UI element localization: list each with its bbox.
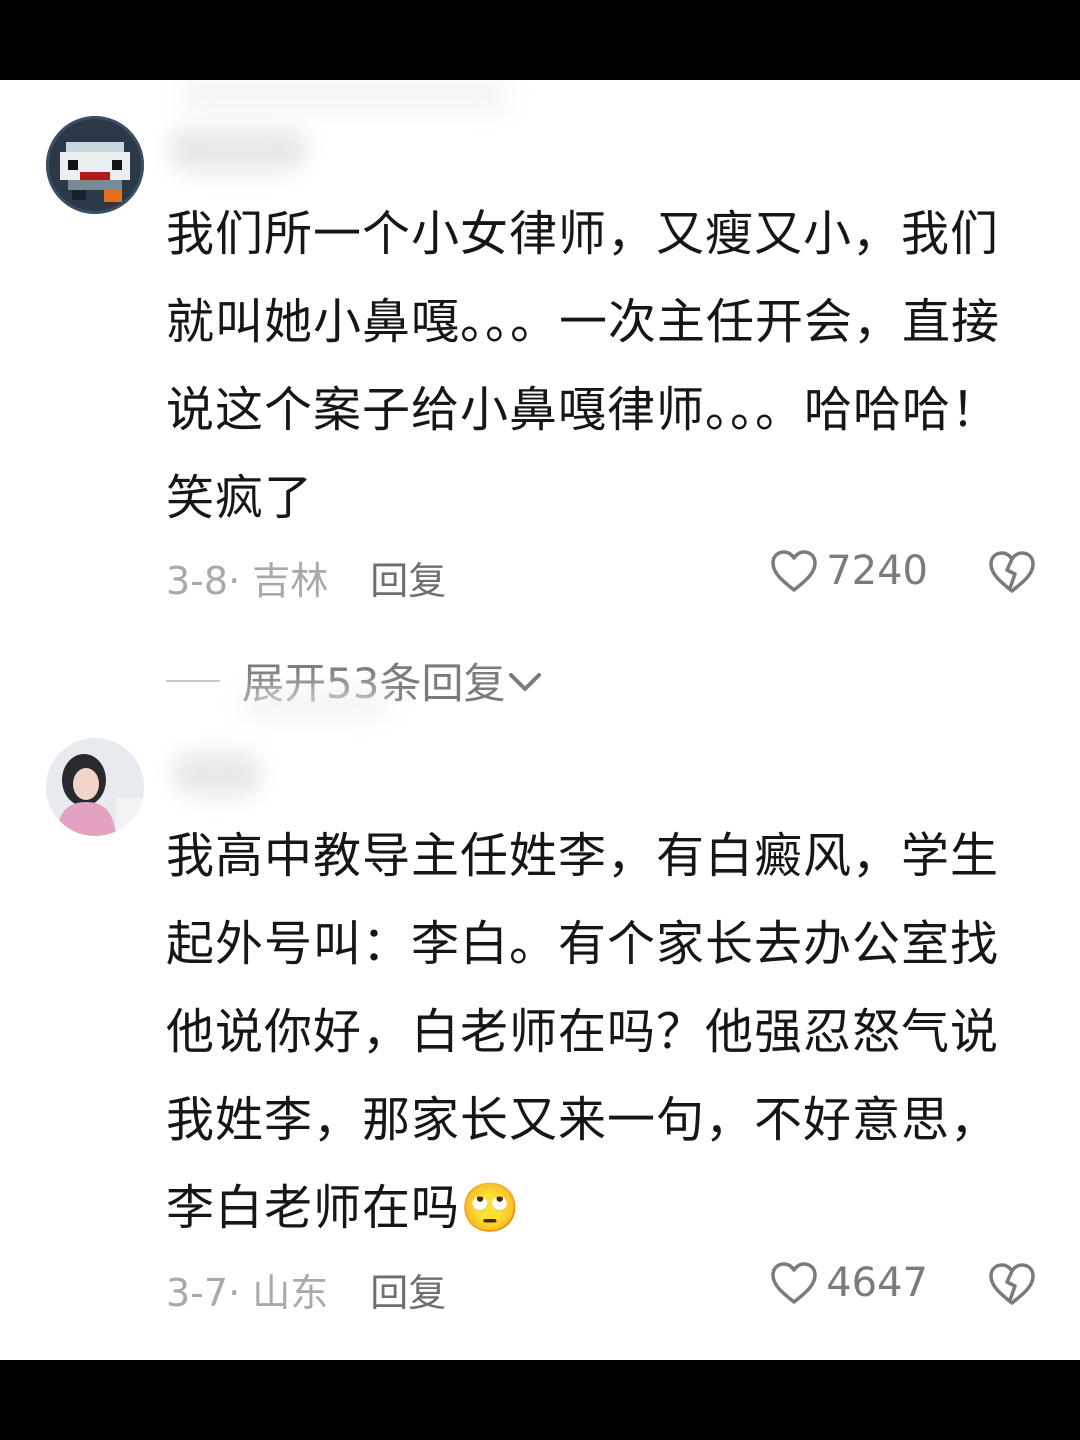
reply-button[interactable]: 回复 — [370, 1271, 446, 1315]
comment-text: 我们所一个小女律师，又瘦又小，我们就叫她小鼻嘎。。。一次主任开会，直接说这个案子… — [166, 206, 1001, 526]
username-blurred[interactable] — [172, 752, 262, 796]
rolling-eyes-emoji: 🙄 — [460, 1180, 521, 1236]
divider-line — [166, 679, 220, 682]
date-location: 3-8· 吉林 — [166, 559, 329, 603]
chevron-down-icon — [509, 672, 542, 691]
comment-text: 我高中教导主任姓李，有白癜风，学生起外号叫：李白。有个家长去办公室找他说你好，白… — [166, 812, 1026, 1252]
broken-heart-icon — [989, 1263, 1035, 1305]
blurred-header — [180, 82, 510, 108]
comment-meta: 3-7· 山东 回复 — [166, 1262, 446, 1317]
like-count: 7240 — [826, 548, 928, 594]
like-button[interactable]: 7240 — [770, 548, 928, 594]
dislike-button[interactable] — [988, 1262, 1036, 1310]
username-blurred[interactable] — [168, 128, 308, 172]
reply-button[interactable]: 回复 — [370, 559, 446, 603]
date-location: 3-7· 山东 — [166, 1271, 329, 1315]
comment-meta: 3-8· 吉林 回复 — [166, 550, 446, 605]
like-count: 4647 — [826, 1260, 928, 1306]
dislike-button[interactable] — [988, 550, 1036, 598]
heart-outline-icon — [771, 550, 817, 592]
comment-text-content: 我高中教导主任姓李，有白癜风，学生起外号叫：李白。有个家长去办公室找他说你好，白… — [166, 828, 1000, 1236]
bottom-black-bar — [0, 1360, 1080, 1440]
top-black-bar — [0, 0, 1080, 80]
pixel-robot-avatar[interactable] — [46, 116, 144, 214]
heart-outline-icon — [771, 1262, 817, 1304]
like-button[interactable]: 4647 — [770, 1260, 928, 1306]
comment-list: 我们所一个小女律师，又瘦又小，我们就叫她小鼻嘎。。。一次主任开会，直接说这个案子… — [0, 80, 1080, 1360]
blurred-header — [240, 692, 390, 714]
broken-heart-icon — [989, 551, 1035, 593]
girl-photo-avatar[interactable] — [46, 738, 144, 836]
